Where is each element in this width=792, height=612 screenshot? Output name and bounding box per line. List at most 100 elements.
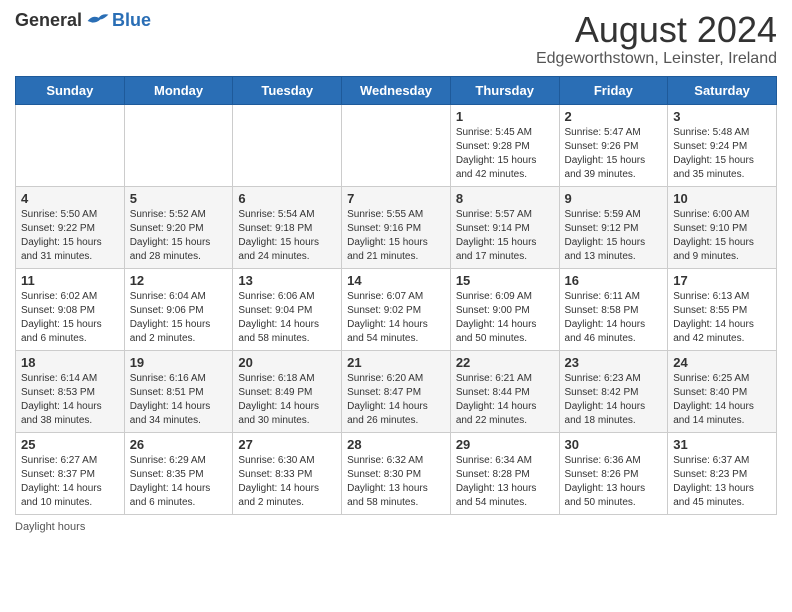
- day-number: 14: [347, 273, 445, 288]
- table-row: 14Sunrise: 6:07 AM Sunset: 9:02 PM Dayli…: [342, 268, 451, 350]
- day-number: 5: [130, 191, 228, 206]
- calendar-week-2: 4 Sunrise: 5:50 AM Sunset: 9:22 PM Daylig…: [16, 186, 777, 268]
- day-number: 2: [565, 109, 663, 124]
- day-number: 29: [456, 437, 554, 452]
- table-row: 7 Sunrise: 5:55 AM Sunset: 9:16 PM Daylig…: [342, 186, 451, 268]
- day-number: 17: [673, 273, 771, 288]
- cell-content: Sunrise: 6:11 AM Sunset: 8:58 PM Dayligh…: [565, 290, 663, 346]
- table-row: 27 Sunrise: 6:30 AM Sunset: 8:33 PM Dayli…: [233, 432, 342, 514]
- cell-content: Sunrise: 5:54 AM Sunset: 9:18 PM Dayligh…: [238, 208, 336, 264]
- table-row: 28 Sunrise: 6:32 AM Sunset: 8:30 PM Dayli…: [342, 432, 451, 514]
- table-row: 13Sunrise: 6:06 AM Sunset: 9:04 PM Dayli…: [233, 268, 342, 350]
- day-number: 4: [21, 191, 119, 206]
- day-number: 16: [565, 273, 663, 288]
- table-row: 16 Sunrise: 6:11 AM Sunset: 8:58 PM Dayli…: [559, 268, 668, 350]
- table-row: 22 Sunrise: 6:21 AM Sunset: 8:44 PM Dayli…: [450, 350, 559, 432]
- col-sunday: Sunday: [16, 76, 125, 104]
- day-number: 15: [456, 273, 554, 288]
- cell-content: Sunrise: 5:47 AM Sunset: 9:26 PM Dayligh…: [565, 126, 663, 182]
- table-row: 30Sunrise: 6:36 AM Sunset: 8:26 PM Dayli…: [559, 432, 668, 514]
- cell-content: Sunrise: 6:21 AM Sunset: 8:44 PM Dayligh…: [456, 372, 554, 428]
- table-row: 6 Sunrise: 5:54 AM Sunset: 9:18 PM Daylig…: [233, 186, 342, 268]
- table-row: 18 Sunrise: 6:14 AM Sunset: 8:53 PM Dayli…: [16, 350, 125, 432]
- cell-content: Sunrise: 5:55 AM Sunset: 9:16 PM Dayligh…: [347, 208, 445, 264]
- cell-content: Sunrise: 6:06 AM Sunset: 9:04 PM Dayligh…: [238, 290, 336, 346]
- cell-content: Sunrise: 5:59 AM Sunset: 9:12 PM Dayligh…: [565, 208, 663, 264]
- day-number: 8: [456, 191, 554, 206]
- cell-content: Sunrise: 6:30 AM Sunset: 8:33 PM Dayligh…: [238, 454, 336, 510]
- col-friday: Friday: [559, 76, 668, 104]
- table-row: 9Sunrise: 5:59 AM Sunset: 9:12 PM Daylig…: [559, 186, 668, 268]
- table-row: 23 Sunrise: 6:23 AM Sunset: 8:42 PM Dayli…: [559, 350, 668, 432]
- day-number: 12: [130, 273, 228, 288]
- table-row: 26 Sunrise: 6:29 AM Sunset: 8:35 PM Dayli…: [124, 432, 233, 514]
- day-number: 19: [130, 355, 228, 370]
- calendar-week-1: 1 Sunrise: 5:45 AM Sunset: 9:28 PM Daylig…: [16, 104, 777, 186]
- table-row: [342, 104, 451, 186]
- day-number: 1: [456, 109, 554, 124]
- table-row: 8 Sunrise: 5:57 AM Sunset: 9:14 PM Daylig…: [450, 186, 559, 268]
- cell-content: Sunrise: 6:23 AM Sunset: 8:42 PM Dayligh…: [565, 372, 663, 428]
- table-row: 10 Sunrise: 6:00 AM Sunset: 9:10 PM Dayli…: [668, 186, 777, 268]
- calendar-week-4: 18 Sunrise: 6:14 AM Sunset: 8:53 PM Dayli…: [16, 350, 777, 432]
- day-number: 31: [673, 437, 771, 452]
- table-row: 2 Sunrise: 5:47 AM Sunset: 9:26 PM Daylig…: [559, 104, 668, 186]
- col-saturday: Saturday: [668, 76, 777, 104]
- col-tuesday: Tuesday: [233, 76, 342, 104]
- cell-content: Sunrise: 6:18 AM Sunset: 8:49 PM Dayligh…: [238, 372, 336, 428]
- cell-content: Sunrise: 5:48 AM Sunset: 9:24 PM Dayligh…: [673, 126, 771, 182]
- cell-content: Sunrise: 5:57 AM Sunset: 9:14 PM Dayligh…: [456, 208, 554, 264]
- day-number: 23: [565, 355, 663, 370]
- table-row: 3 Sunrise: 5:48 AM Sunset: 9:24 PM Daylig…: [668, 104, 777, 186]
- day-number: 22: [456, 355, 554, 370]
- cell-content: Sunrise: 6:34 AM Sunset: 8:28 PM Dayligh…: [456, 454, 554, 510]
- cell-content: Sunrise: 6:14 AM Sunset: 8:53 PM Dayligh…: [21, 372, 119, 428]
- table-row: [16, 104, 125, 186]
- cell-content: Sunrise: 6:29 AM Sunset: 8:35 PM Dayligh…: [130, 454, 228, 510]
- table-row: 21 Sunrise: 6:20 AM Sunset: 8:47 PM Dayli…: [342, 350, 451, 432]
- table-row: [124, 104, 233, 186]
- table-row: 4 Sunrise: 5:50 AM Sunset: 9:22 PM Daylig…: [16, 186, 125, 268]
- calendar-table: Sunday Monday Tuesday Wednesday Thursday…: [15, 76, 777, 515]
- table-row: 20 Sunrise: 6:18 AM Sunset: 8:49 PM Dayli…: [233, 350, 342, 432]
- day-number: 27: [238, 437, 336, 452]
- logo: General Blue: [15, 10, 151, 31]
- footer-note: Daylight hours: [15, 521, 777, 533]
- location-title: Edgeworthstown, Leinster, Ireland: [536, 50, 777, 68]
- cell-content: Sunrise: 6:16 AM Sunset: 8:51 PM Dayligh…: [130, 372, 228, 428]
- day-number: 28: [347, 437, 445, 452]
- calendar-header-row: Sunday Monday Tuesday Wednesday Thursday…: [16, 76, 777, 104]
- cell-content: Sunrise: 6:36 AM Sunset: 8:26 PM Dayligh…: [565, 454, 663, 510]
- day-number: 18: [21, 355, 119, 370]
- day-number: 20: [238, 355, 336, 370]
- day-number: 11: [21, 273, 119, 288]
- cell-content: Sunrise: 6:27 AM Sunset: 8:37 PM Dayligh…: [21, 454, 119, 510]
- day-number: 10: [673, 191, 771, 206]
- table-row: 31Sunrise: 6:37 AM Sunset: 8:23 PM Dayli…: [668, 432, 777, 514]
- table-row: 15 Sunrise: 6:09 AM Sunset: 9:00 PM Dayli…: [450, 268, 559, 350]
- cell-content: Sunrise: 5:45 AM Sunset: 9:28 PM Dayligh…: [456, 126, 554, 182]
- table-row: 29 Sunrise: 6:34 AM Sunset: 8:28 PM Dayli…: [450, 432, 559, 514]
- cell-content: Sunrise: 6:32 AM Sunset: 8:30 PM Dayligh…: [347, 454, 445, 510]
- table-row: [233, 104, 342, 186]
- cell-content: Sunrise: 6:20 AM Sunset: 8:47 PM Dayligh…: [347, 372, 445, 428]
- month-title: August 2024: [536, 10, 777, 50]
- cell-content: Sunrise: 6:00 AM Sunset: 9:10 PM Dayligh…: [673, 208, 771, 264]
- table-row: 17Sunrise: 6:13 AM Sunset: 8:55 PM Dayli…: [668, 268, 777, 350]
- table-row: 19 Sunrise: 6:16 AM Sunset: 8:51 PM Dayli…: [124, 350, 233, 432]
- day-number: 21: [347, 355, 445, 370]
- cell-content: Sunrise: 5:52 AM Sunset: 9:20 PM Dayligh…: [130, 208, 228, 264]
- table-row: 24Sunrise: 6:25 AM Sunset: 8:40 PM Dayli…: [668, 350, 777, 432]
- cell-content: Sunrise: 6:09 AM Sunset: 9:00 PM Dayligh…: [456, 290, 554, 346]
- day-number: 24: [673, 355, 771, 370]
- table-row: 12Sunrise: 6:04 AM Sunset: 9:06 PM Dayli…: [124, 268, 233, 350]
- day-number: 3: [673, 109, 771, 124]
- cell-content: Sunrise: 5:50 AM Sunset: 9:22 PM Dayligh…: [21, 208, 119, 264]
- table-row: 5 Sunrise: 5:52 AM Sunset: 9:20 PM Daylig…: [124, 186, 233, 268]
- table-row: 25Sunrise: 6:27 AM Sunset: 8:37 PM Dayli…: [16, 432, 125, 514]
- day-number: 26: [130, 437, 228, 452]
- title-area: August 2024 Edgeworthstown, Leinster, Ir…: [536, 10, 777, 68]
- day-number: 6: [238, 191, 336, 206]
- day-number: 7: [347, 191, 445, 206]
- col-thursday: Thursday: [450, 76, 559, 104]
